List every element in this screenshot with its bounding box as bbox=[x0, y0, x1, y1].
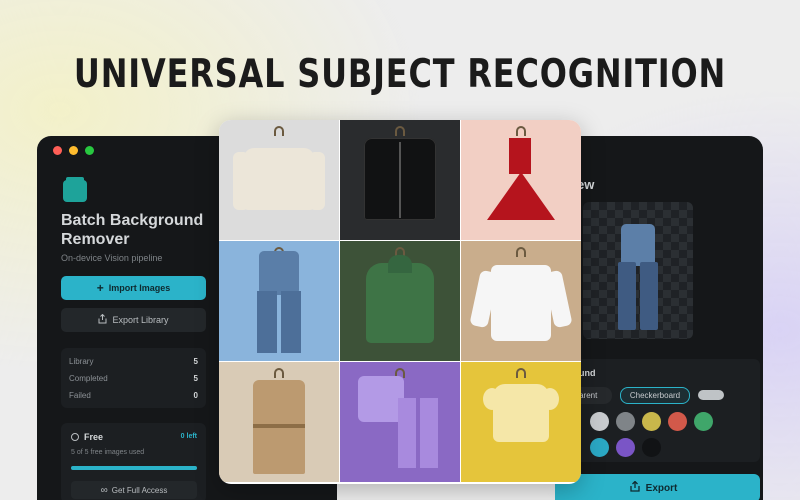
garment-shape bbox=[281, 291, 301, 353]
garment-shape bbox=[366, 263, 434, 343]
import-images-label: Import Images bbox=[108, 283, 171, 293]
color-swatch[interactable] bbox=[616, 412, 635, 431]
garment-shape bbox=[487, 172, 555, 220]
export-library-label: Export Library bbox=[112, 315, 169, 325]
share-icon bbox=[98, 313, 107, 326]
plan-remaining: 0 left bbox=[180, 433, 197, 440]
plan-usage-fill bbox=[71, 466, 197, 470]
sample-photo-grid bbox=[219, 120, 581, 484]
photo-trench-coat bbox=[219, 362, 339, 482]
library-stats: Library 5 Completed 5 Failed 0 bbox=[61, 348, 206, 408]
headline: UNIVERSAL SUBJECT RECOGNITION bbox=[73, 52, 727, 97]
stat-label: Library bbox=[69, 357, 94, 366]
export-button[interactable]: Export bbox=[555, 474, 760, 500]
zoom-window-button[interactable] bbox=[85, 146, 94, 155]
photo-red-dress bbox=[461, 120, 581, 240]
hanger-icon bbox=[516, 247, 526, 257]
garment-shape bbox=[399, 142, 401, 218]
denim-jacket-cutout bbox=[621, 224, 655, 266]
infinity-icon: ∞ bbox=[100, 484, 108, 496]
circle-icon bbox=[71, 433, 79, 441]
photo-green-hoodie bbox=[340, 241, 460, 361]
garment-shape bbox=[398, 398, 416, 468]
garment-shape bbox=[420, 398, 438, 468]
garment-shape bbox=[483, 388, 501, 410]
garment-shape bbox=[259, 251, 299, 295]
color-swatch[interactable] bbox=[616, 438, 635, 457]
garment-shape bbox=[491, 265, 551, 341]
get-full-access-button[interactable]: ∞ Get Full Access bbox=[71, 481, 197, 499]
plan-name-label: Free bbox=[84, 432, 104, 442]
plan-usage-bar bbox=[71, 466, 197, 470]
app-title: Batch Background Remover bbox=[61, 212, 204, 248]
color-swatches bbox=[590, 412, 725, 457]
photo-white-shirt bbox=[461, 241, 581, 361]
color-swatch[interactable] bbox=[590, 438, 609, 457]
garment-shape bbox=[257, 291, 277, 353]
jeans-left-leg bbox=[618, 262, 636, 330]
color-swatch[interactable] bbox=[590, 412, 609, 431]
get-full-access-label: Get Full Access bbox=[111, 485, 168, 495]
close-window-button[interactable] bbox=[53, 146, 62, 155]
garment-shape bbox=[388, 255, 412, 273]
color-swatch[interactable] bbox=[642, 412, 661, 431]
color-swatch[interactable] bbox=[668, 412, 687, 431]
export-library-button[interactable]: Export Library bbox=[61, 308, 206, 332]
import-images-button[interactable]: + Import Images bbox=[61, 276, 206, 300]
hanger-icon bbox=[395, 126, 405, 136]
hanger-icon bbox=[274, 368, 284, 378]
hanger-icon bbox=[516, 368, 526, 378]
plan-card: Free 0 left 5 of 5 free images used ∞ Ge… bbox=[61, 423, 206, 500]
stat-row-completed: Completed 5 bbox=[69, 370, 198, 387]
garment-shape bbox=[541, 388, 559, 410]
stat-value: 5 bbox=[193, 374, 198, 383]
photo-cream-sweater bbox=[219, 120, 339, 240]
garment-shape bbox=[493, 384, 549, 442]
background-option-checkerboard[interactable]: Checkerboard bbox=[620, 387, 690, 404]
stat-value: 5 bbox=[193, 357, 198, 366]
window-controls bbox=[53, 146, 94, 155]
garment-shape bbox=[233, 152, 249, 210]
app-window-preview: ew round parent Checkerboard Export bbox=[555, 136, 763, 500]
photo-black-leather-jacket bbox=[340, 120, 460, 240]
photo-purple-tracksuit bbox=[340, 362, 460, 482]
stat-row-library: Library 5 bbox=[69, 353, 198, 370]
minimize-window-button[interactable] bbox=[69, 146, 78, 155]
plan-name: Free bbox=[71, 432, 103, 442]
jeans-right-leg bbox=[640, 262, 658, 330]
stat-value: 0 bbox=[193, 391, 198, 400]
color-swatch[interactable] bbox=[694, 412, 713, 431]
stat-row-failed: Failed 0 bbox=[69, 387, 198, 404]
color-swatch[interactable] bbox=[642, 438, 661, 457]
hanger-icon bbox=[516, 126, 526, 136]
garment-shape bbox=[309, 152, 325, 210]
garment-shape bbox=[253, 424, 305, 428]
share-icon bbox=[630, 480, 640, 495]
cutout-preview bbox=[583, 202, 693, 339]
plan-usage-text: 5 of 5 free images used bbox=[71, 449, 145, 456]
app-subtitle: On-device Vision pipeline bbox=[61, 253, 163, 263]
photo-yellow-blouse bbox=[461, 362, 581, 482]
photo-denim-jacket-jeans bbox=[219, 241, 339, 361]
stacked-layers-icon bbox=[63, 177, 87, 202]
hanger-icon bbox=[274, 126, 284, 136]
garment-shape bbox=[509, 138, 531, 174]
stat-label: Completed bbox=[69, 374, 108, 383]
background-options-panel: round parent Checkerboard bbox=[560, 359, 760, 462]
garment-shape bbox=[244, 148, 314, 210]
stat-label: Failed bbox=[69, 391, 91, 400]
plus-icon: + bbox=[96, 281, 104, 295]
export-label: Export bbox=[645, 482, 678, 494]
background-toggle[interactable] bbox=[698, 390, 724, 400]
